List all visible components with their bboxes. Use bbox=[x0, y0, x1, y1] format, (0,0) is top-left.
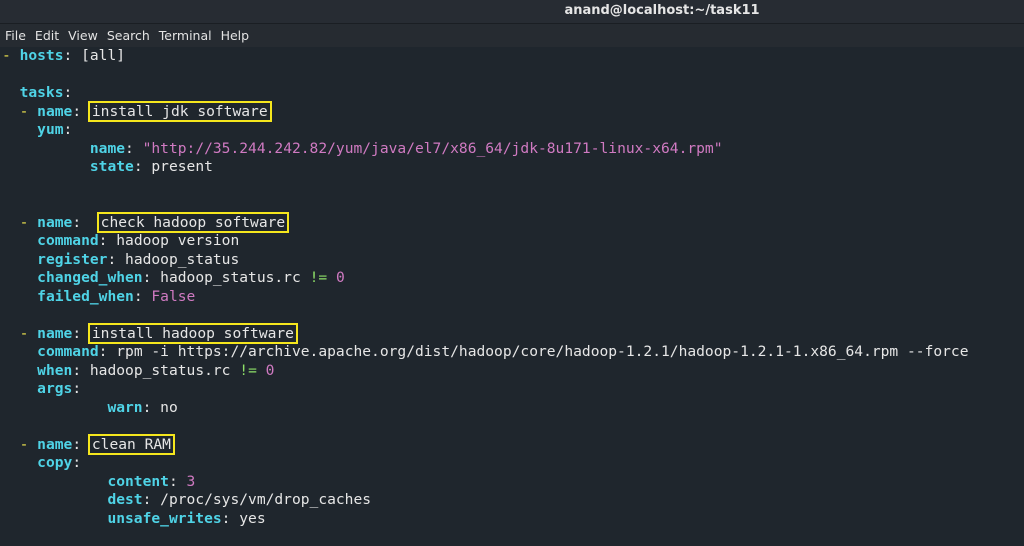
code-line: warn: no bbox=[107, 398, 178, 416]
code-line: command: rpm -i https://archive.apache.o… bbox=[37, 343, 969, 360]
code-line: state: present bbox=[89, 158, 213, 175]
menu-view[interactable]: View bbox=[68, 28, 98, 43]
code-line: args: bbox=[37, 380, 82, 397]
code-line: - name: install hadoop software bbox=[19, 322, 298, 344]
highlighted-task-name: install jdk software bbox=[87, 100, 272, 122]
code-line: - hosts: [all] bbox=[2, 47, 126, 64]
code-line: unsafe_writes: yes bbox=[107, 509, 266, 527]
menu-search[interactable]: Search bbox=[107, 28, 150, 43]
code-line: - name: install jdk software bbox=[19, 100, 272, 122]
menu-bar: File Edit View Search Terminal Help bbox=[0, 24, 1024, 47]
menu-edit[interactable]: Edit bbox=[35, 28, 59, 43]
code-line: yum: bbox=[37, 121, 73, 138]
terminal-window: anand@localhost:~/task11 File Edit View … bbox=[0, 0, 1024, 546]
code-line: when: hadoop_status.rc != 0 bbox=[37, 361, 275, 379]
code-line: dest: /proc/sys/vm/drop_caches bbox=[107, 491, 372, 508]
code-line: changed_when: hadoop_status.rc != 0 bbox=[37, 269, 345, 286]
code-line: content: 3 bbox=[107, 472, 196, 490]
menu-help[interactable]: Help bbox=[221, 28, 250, 43]
terminal-content[interactable]: - hosts: [all] tasks: - name: install jd… bbox=[0, 47, 1024, 546]
highlighted-task-name: check hadoop software bbox=[96, 211, 290, 233]
code-line: copy: bbox=[37, 454, 82, 471]
menu-file[interactable]: File bbox=[5, 28, 26, 43]
code-line: - name: check hadoop software bbox=[19, 211, 290, 233]
code-line: register: hadoop_status bbox=[37, 250, 240, 268]
menu-terminal[interactable]: Terminal bbox=[159, 28, 212, 43]
title-bar[interactable]: anand@localhost:~/task11 bbox=[0, 0, 1024, 24]
code-line: tasks: bbox=[19, 84, 73, 101]
code-line: name: "http://35.244.242.82/yum/java/el7… bbox=[89, 139, 723, 157]
code-line: - name: clean RAM bbox=[19, 433, 175, 455]
code-line: failed_when: False bbox=[37, 287, 196, 305]
code-line: command: hadoop version bbox=[37, 232, 240, 249]
highlighted-task-name: clean RAM bbox=[87, 433, 175, 455]
highlighted-task-name: install hadoop software bbox=[87, 322, 298, 344]
window-title: anand@localhost:~/task11 bbox=[564, 3, 760, 18]
